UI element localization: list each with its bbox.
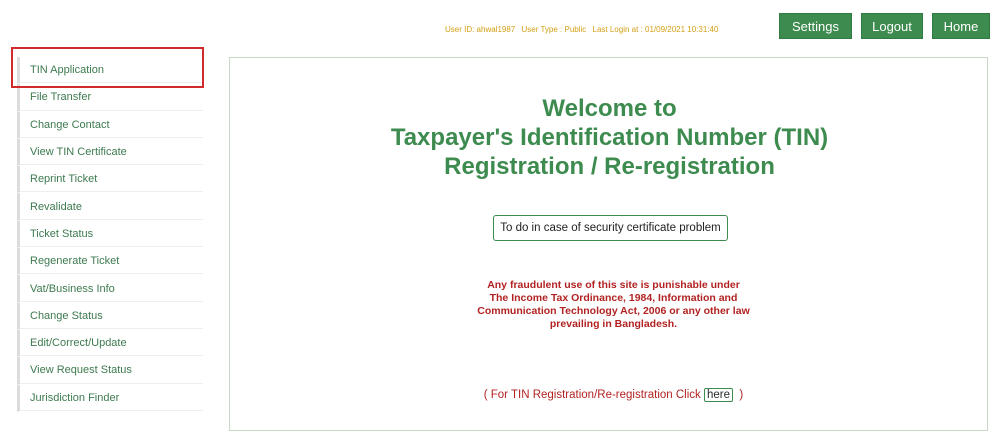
main-panel: Welcome to Taxpayer's Identification Num…: [229, 57, 988, 431]
welcome-line-3: Registration / Re-registration: [444, 153, 775, 180]
warning-line-3: Communication Technology Act, 2006 or an…: [477, 305, 750, 317]
welcome-line-1: Welcome to: [542, 95, 677, 122]
sidebar-menu: TIN Application File Transfer Change Con…: [17, 57, 203, 412]
warning-line-4: prevailing in Bangladesh.: [549, 318, 678, 330]
registration-prefix: ( For TIN Registration/Re-registration C…: [483, 389, 701, 401]
sidebar-item-revalidate[interactable]: Revalidate: [17, 193, 203, 221]
user-info-bar: User ID: ahwal1987 User Type : Public La…: [445, 25, 722, 34]
registration-line: ( For TIN Registration/Re-registration C…: [230, 388, 997, 402]
user-id-text: User ID: ahwal1987: [445, 25, 516, 34]
sidebar-item-reprint-ticket[interactable]: Reprint Ticket: [17, 166, 203, 194]
warning-line-2: The Income Tax Ordinance, 1984, Informat…: [489, 292, 738, 304]
sidebar-item-edit-correct-update[interactable]: Edit/Correct/Update: [17, 329, 203, 358]
sidebar-item-change-status[interactable]: Change Status: [17, 302, 203, 330]
sidebar-item-view-tin-certificate[interactable]: View TIN Certificate: [17, 138, 203, 167]
sidebar-item-view-request-status[interactable]: View Request Status: [17, 357, 203, 385]
settings-button[interactable]: Settings: [779, 13, 852, 39]
registration-suffix: ): [739, 389, 744, 401]
logout-button[interactable]: Logout: [861, 13, 923, 39]
registration-here-link[interactable]: here: [704, 388, 734, 402]
sidebar-item-file-transfer[interactable]: File Transfer: [17, 84, 203, 112]
sidebar-item-vat-business-info[interactable]: Vat/Business Info: [17, 275, 203, 303]
welcome-line-2: Taxpayer's Identification Number (TIN): [390, 124, 829, 151]
sidebar-item-ticket-status[interactable]: Ticket Status: [17, 220, 203, 249]
sidebar-item-jurisdiction-finder[interactable]: Jurisdiction Finder: [17, 384, 203, 412]
fraud-warning: Any fraudulent use of this site is punis…: [230, 279, 997, 331]
user-type-text: User Type : Public: [521, 25, 587, 34]
security-certificate-button[interactable]: To do in case of security certificate pr…: [493, 215, 728, 241]
sidebar-item-regenerate-ticket[interactable]: Regenerate Ticket: [17, 248, 203, 276]
sidebar-item-change-contact[interactable]: Change Contact: [17, 111, 203, 139]
last-login-text: Last Login at : 01/09/2021 10:31:40: [592, 25, 719, 34]
warning-line-1: Any fraudulent use of this site is punis…: [487, 279, 740, 291]
welcome-heading: Welcome to Taxpayer's Identification Num…: [230, 94, 989, 181]
sidebar-item-tin-application[interactable]: TIN Application: [17, 57, 203, 85]
home-button[interactable]: Home: [932, 13, 990, 39]
